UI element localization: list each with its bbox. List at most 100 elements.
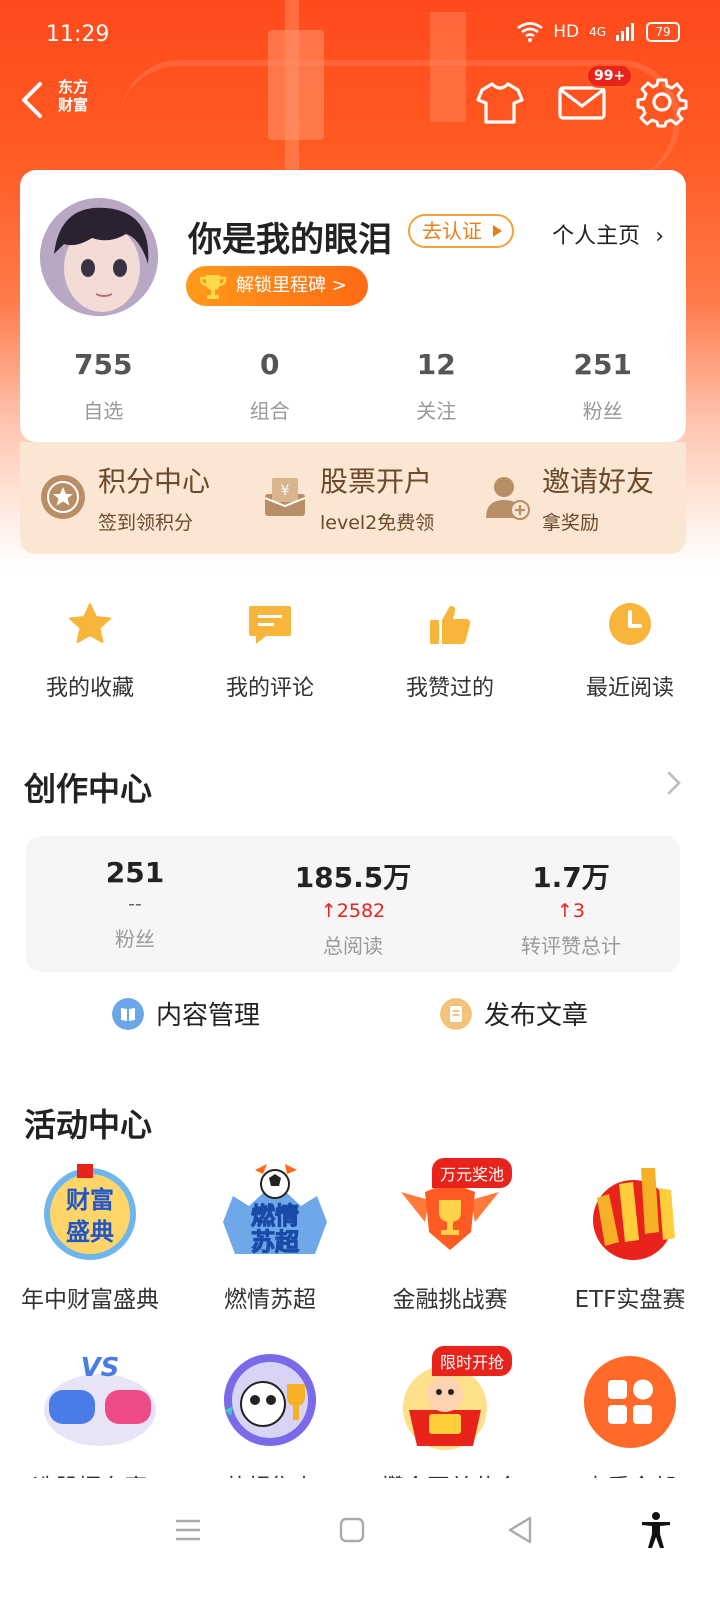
activity-image: 万元奖池 [395, 1158, 513, 1262]
stat-followers[interactable]: 251 粉丝 [520, 348, 687, 424]
star-icon [69, 603, 111, 643]
signal-label: 4G [589, 25, 606, 39]
activity-image: 财富 盛典 [35, 1162, 145, 1262]
comment-icon [249, 606, 291, 644]
activity-image [215, 1350, 325, 1450]
stat-label: 关注 [416, 399, 457, 423]
creator-stat-delta: ↑2582 [320, 900, 386, 922]
grid-apps-icon [584, 1356, 676, 1448]
activity-finance-challenge[interactable]: 万元奖池 金融挑战赛 [360, 1158, 540, 1314]
creator-stat-engagement[interactable]: 1.7万 ↑3 转评赞总计 [462, 836, 680, 972]
svg-text:财富: 财富 [66, 1186, 114, 1214]
signal-icon [616, 23, 634, 41]
profile-stats: 755 自选 0 组合 12 关注 251 粉丝 [20, 348, 686, 424]
menu-icon[interactable] [168, 1510, 208, 1550]
stat-value: 0 [260, 348, 280, 381]
creator-stat-delta: ↑3 [556, 900, 585, 922]
stat-value: 251 [573, 348, 632, 381]
stat-value: 755 [74, 348, 133, 381]
trophy-icon [199, 275, 227, 299]
quick-subtitle: 拿奖励 [542, 512, 600, 534]
avatar[interactable] [40, 198, 158, 316]
my-comments-item[interactable]: 我的评论 [180, 600, 360, 702]
milestone-button[interactable]: 解锁里程碑 > [186, 266, 368, 306]
shortcut-grid: 我的收藏 我的评论 我赞过的 最近阅读 [0, 600, 720, 702]
quick-title: 邀请好友 [542, 465, 655, 498]
quick-services-panel: 积分中心 签到领积分 ¥ 股票开户 level2免费领 邀请好友 拿奖励 [20, 442, 686, 554]
milestone-label: 解锁里程碑 > [236, 275, 347, 296]
limited-time-badge: 限时开抢 [431, 1346, 513, 1376]
creator-stats-card: 251 -- 粉丝 185.5万 ↑2582 总阅读 1.7万 ↑3 转评赞总计 [26, 836, 680, 972]
brand-line2: 财富 [58, 96, 89, 114]
stat-watchlist[interactable]: 755 自选 [20, 348, 187, 424]
shortcut-label: 我赞过的 [405, 676, 494, 701]
invite-friend-icon [486, 477, 530, 520]
verify-label: 去认证 [422, 219, 482, 243]
clock-icon [609, 603, 651, 645]
back-arrow-icon[interactable] [14, 78, 54, 122]
creator-stat-label: 总阅读 [323, 934, 383, 958]
play-arrow-icon [493, 225, 502, 237]
stock-account-item[interactable]: ¥ 股票开户 level2免费领 [242, 442, 464, 554]
svg-text:VS: VS [81, 1353, 120, 1383]
activity-etf-contest[interactable]: ETF实盘赛 [540, 1162, 720, 1314]
profile-card: 你是我的眼泪 去认证 个人主页 › 解锁里程碑 > 755 自选 0 组合 12 关注… [20, 170, 686, 442]
shortcut-label: 我的收藏 [45, 676, 134, 701]
stat-following[interactable]: 12 关注 [353, 348, 520, 424]
home-square-icon[interactable] [332, 1510, 372, 1550]
invite-friend-item[interactable]: 邀请好友 拿奖励 [464, 442, 686, 554]
panda-trophy-art [224, 1354, 316, 1446]
recent-reads-item[interactable]: 最近阅读 [540, 600, 720, 702]
account-open-icon: ¥ [264, 478, 306, 516]
homepage-link[interactable]: 个人主页 › [552, 218, 664, 250]
status-time: 11:29 [46, 22, 110, 47]
my-favorites-item[interactable]: 我的收藏 [0, 600, 180, 702]
shortcut-label: 最近阅读 [585, 676, 674, 701]
scroll-clip [0, 1478, 720, 1490]
brand-logo: 东方 财富 [58, 78, 98, 114]
back-triangle-icon[interactable] [500, 1510, 540, 1550]
svg-text:盛典: 盛典 [66, 1218, 114, 1246]
activity-label: ETF实盘赛 [574, 1287, 686, 1313]
gear-icon[interactable] [636, 76, 688, 128]
activity-image: 燃情 苏超 [215, 1162, 327, 1262]
stat-portfolio[interactable]: 0 组合 [187, 348, 354, 424]
svg-text:¥: ¥ [281, 483, 290, 499]
activity-label: 金融挑战赛 [392, 1287, 508, 1313]
shortcut-label: 我的评论 [225, 676, 314, 701]
creator-stat-delta: -- [128, 893, 142, 915]
book-icon [112, 997, 144, 1030]
publish-article-label: 发布文章 [484, 1001, 589, 1031]
creator-stat-followers[interactable]: 251 -- 粉丝 [26, 836, 244, 972]
svg-text:苏超: 苏超 [251, 1228, 300, 1256]
prize-pool-badge: 万元奖池 [431, 1158, 513, 1188]
stat-label: 组合 [249, 399, 290, 423]
creator-stat-label: 转评赞总计 [521, 934, 621, 958]
gold-bars-art [593, 1168, 675, 1260]
publish-article-button[interactable]: 发布文章 [440, 995, 588, 1032]
activity-wealth-gala[interactable]: 财富 盛典 年中财富盛典 [0, 1162, 180, 1314]
quick-title: 积分中心 [98, 465, 211, 498]
activity-image [575, 1350, 685, 1450]
creator-stat-reads[interactable]: 185.5万 ↑2582 总阅读 [244, 836, 462, 972]
my-likes-item[interactable]: 我赞过的 [360, 600, 540, 702]
accessibility-icon[interactable] [636, 1510, 676, 1550]
points-center-item[interactable]: 积分中心 签到领积分 [20, 442, 242, 554]
activity-image [575, 1162, 685, 1262]
quick-subtitle: level2免费领 [320, 512, 435, 534]
verify-button[interactable]: 去认证 [408, 214, 514, 248]
tshirt-icon[interactable] [474, 76, 526, 128]
content-manage-button[interactable]: 内容管理 [112, 995, 260, 1032]
activity-su-super[interactable]: 燃情 苏超 燃情苏超 [180, 1162, 360, 1314]
svg-text:燃情: 燃情 [251, 1202, 299, 1230]
boxing-vs-art: VS [44, 1353, 156, 1446]
homepage-label: 个人主页 [552, 224, 641, 249]
system-nav-bar [0, 1490, 720, 1600]
creator-stat-value: 185.5万 [294, 861, 412, 894]
activity-row-1: 财富 盛典 年中财富盛典 燃情 苏超 燃情苏超 万元奖池 金融挑战赛 ETF实盘… [0, 1158, 720, 1314]
creator-stat-label: 粉丝 [115, 927, 155, 951]
chevron-right-icon: › [655, 224, 664, 249]
creator-center-title: 创作中心 [24, 770, 153, 808]
mail-count-badge: 99+ [586, 64, 634, 88]
chevron-right-icon[interactable] [664, 770, 684, 796]
